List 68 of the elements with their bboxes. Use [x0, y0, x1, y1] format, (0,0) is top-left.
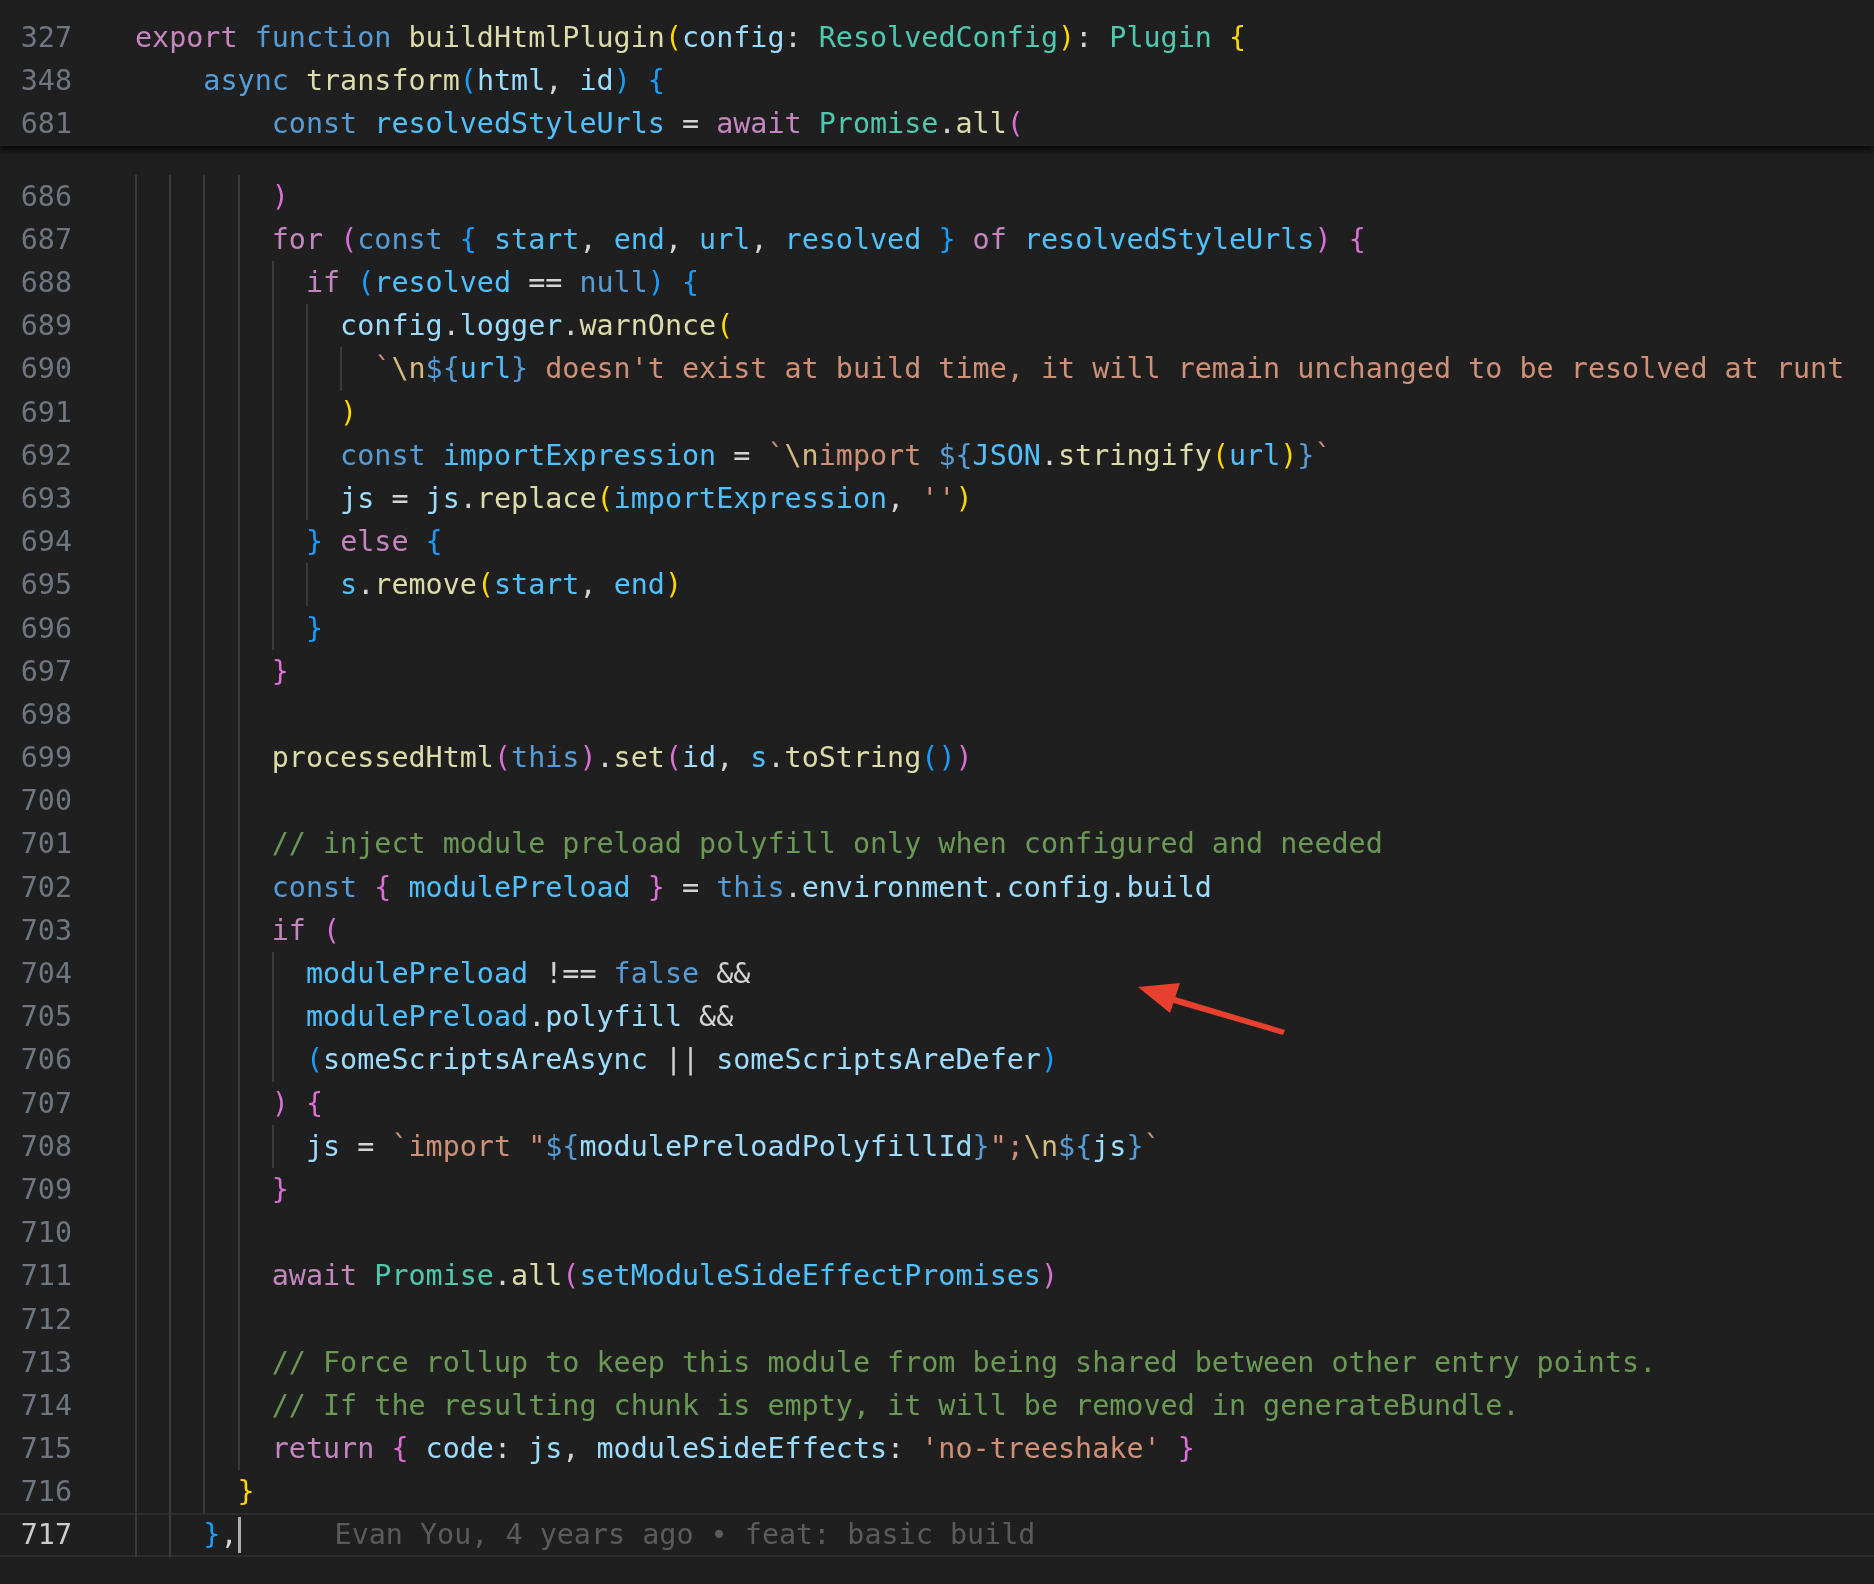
- code-line: }: [304, 611, 324, 645]
- code-line: // Force rollup to keep this module from being shared between other entry points.: [270, 1345, 1657, 1379]
- line-number: 707: [19, 1086, 72, 1120]
- line-number: 348: [19, 64, 72, 98]
- line-number: 710: [19, 1216, 72, 1250]
- line-number: 692: [19, 438, 72, 472]
- code-line: }: [236, 1475, 255, 1509]
- line-number: 709: [19, 1172, 72, 1206]
- line-number: 695: [19, 568, 72, 602]
- code-line[interactable]: export function buildHtmlPlugin(config: ResolvedConfig): Plugin {: [135, 21, 1247, 55]
- code-line: for (const { start, end, url, resolved } of resolvedStyleUrls) {: [270, 222, 1366, 256]
- line-number: 698: [19, 697, 72, 731]
- line-number: 713: [19, 1345, 72, 1379]
- line-number: 712: [19, 1302, 72, 1336]
- code-line: if (: [270, 913, 341, 947]
- line-number: 694: [19, 525, 72, 559]
- line-number: 681: [19, 107, 72, 141]
- line-number: 689: [19, 309, 72, 343]
- code-line: config.logger.warnOnce(: [339, 309, 734, 343]
- code-line: // If the resulting chunk is empty, it will be removed in generateBundle.: [270, 1388, 1520, 1422]
- code-line: }: [270, 1172, 289, 1206]
- code-line: modulePreload !== false &&: [304, 957, 751, 991]
- code-line: ): [339, 395, 358, 429]
- code-line: js = js.replace(importExpression, ''): [339, 481, 973, 515]
- line-number: 688: [19, 266, 72, 300]
- line-number: 715: [19, 1432, 72, 1466]
- code-line: // inject module preload polyfill only when configured and needed: [270, 827, 1383, 861]
- code-line: }: [270, 654, 289, 688]
- line-number: 703: [19, 913, 72, 947]
- line-number: 701: [19, 827, 72, 861]
- line-number: 696: [19, 611, 72, 645]
- code-line: },: [202, 1518, 238, 1552]
- code-line: processedHtml(this).set(id, s.toString()): [270, 741, 973, 775]
- line-number: 711: [19, 1259, 72, 1293]
- code-line: ) {: [270, 1086, 324, 1120]
- code-line: await Promise.all(setModuleSideEffectPromises): [270, 1259, 1059, 1293]
- line-number: 717: [19, 1518, 72, 1552]
- git-blame-annotation: Evan You, 4 years ago • feat: basic build: [334, 1518, 1036, 1552]
- code-line: ): [270, 179, 289, 213]
- line-number: 702: [19, 870, 72, 904]
- code-line: modulePreload.polyfill &&: [304, 1000, 734, 1034]
- code-line: (someScriptsAreAsync || someScriptsAreDefer): [304, 1043, 1059, 1077]
- line-number: 705: [19, 1000, 72, 1034]
- code-line: } else {: [304, 525, 443, 559]
- line-number: 716: [19, 1475, 72, 1509]
- line-number: 697: [19, 654, 72, 688]
- line-number: 700: [19, 784, 72, 818]
- line-number: 687: [19, 222, 72, 256]
- code-line: s.remove(start, end): [339, 568, 682, 602]
- text-cursor: [237, 1516, 241, 1553]
- line-number: 690: [19, 352, 72, 386]
- line-number: 708: [19, 1129, 72, 1163]
- line-number: 327: [19, 21, 72, 55]
- line-number: 686: [19, 179, 72, 213]
- line-number: 693: [19, 481, 72, 515]
- line-number: 714: [19, 1388, 72, 1422]
- code-line: const importExpression = `\nimport ${JSON.stringify(url)}`: [339, 438, 1332, 472]
- line-number: 704: [19, 957, 72, 991]
- code-line: `\n${url} doesn't exist at build time, it will remain unchanged to be resolved at runt: [373, 352, 1845, 386]
- code-line[interactable]: const resolvedStyleUrls = await Promise.all(: [135, 107, 1024, 141]
- code-line[interactable]: async transform(html, id) {: [135, 64, 665, 98]
- line-number: 706: [19, 1043, 72, 1077]
- code-line: return { code: js, moduleSideEffects: 'no-treeshake' }: [270, 1432, 1195, 1466]
- code-line: if (resolved == null) {: [304, 266, 700, 300]
- code-line: const { modulePreload } = this.environment.config.build: [270, 870, 1212, 904]
- code-line: js = `import "${modulePreloadPolyfillId}";\n${js}`: [304, 1129, 1161, 1163]
- line-number: 691: [19, 395, 72, 429]
- line-number: 699: [19, 741, 72, 775]
